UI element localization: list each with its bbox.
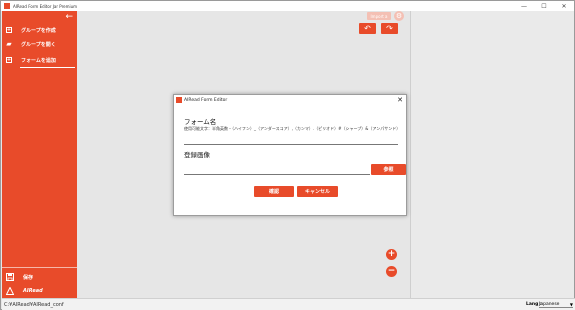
image-label: 登録画像: [184, 151, 210, 159]
save-label: 保存: [23, 274, 34, 281]
sidebar-item-open-group[interactable]: ▰ グループを開く: [2, 38, 77, 50]
app-logo-icon: [4, 3, 10, 9]
gear-icon[interactable]: ⚙: [394, 11, 404, 21]
brand-label: AIRead: [23, 288, 43, 294]
cancel-button[interactable]: キャンセル: [297, 186, 338, 197]
form-name-hint: 使用可能文字：半角英数・（ハイフン）_（アンダースコア）,（カンマ）.（ピリオド…: [184, 126, 401, 131]
browse-button[interactable]: 参照: [371, 164, 406, 175]
language-value: Japanese: [539, 301, 560, 307]
chevron-down-icon: ▼: [569, 301, 573, 307]
sidebar-item-create-group[interactable]: + グループを作成: [2, 24, 77, 36]
plus-box-icon: +: [6, 26, 12, 33]
window-title: AIRead Form Editor Jar Premium: [13, 3, 78, 9]
plus-icon: +: [387, 249, 396, 259]
sidebar-item-label: グループを開く: [21, 41, 56, 48]
language-select[interactable]: Japanese ▼: [539, 301, 573, 308]
brand-triangle-icon: [6, 287, 14, 295]
save-icon: [6, 273, 14, 281]
redo-button[interactable]: ↷: [381, 23, 398, 34]
folder-open-icon: ▰: [6, 40, 12, 48]
plus-box-icon: +: [6, 56, 12, 63]
status-bar: C:¥AIRead¥AIRead_conf Lang : Japanese ▼: [2, 298, 575, 310]
config-path: C:¥AIRead¥AIRead_conf: [4, 301, 64, 308]
form-name-input[interactable]: [184, 144, 398, 145]
undo-button[interactable]: ↶: [359, 23, 376, 34]
image-path-input[interactable]: [184, 174, 370, 175]
close-icon[interactable]: ✕: [397, 95, 403, 105]
sidebar-item-label: フォームを追加: [21, 57, 56, 64]
sidebar-divider: [2, 267, 77, 268]
sidebar: ← + グループを作成 ▰ グループを開く + フォームを追加: [2, 11, 77, 298]
maximize-icon[interactable]: ☐: [534, 1, 554, 11]
dialog-title-bar: AIRead Form Editor ✕: [174, 95, 406, 105]
redo-icon: ↷: [386, 24, 393, 33]
window-controls: — ☐ ✕: [514, 1, 574, 11]
active-item-underline: [20, 67, 75, 68]
import-button[interactable]: Import a: [367, 12, 391, 20]
properties-pane: [410, 11, 574, 298]
zoom-out-button[interactable]: −: [386, 266, 397, 277]
app-window: AIRead Form Editor Jar Premium — ☐ ✕ ← +…: [0, 0, 575, 310]
undo-icon: ↶: [364, 24, 371, 33]
save-button[interactable]: 保存: [2, 271, 77, 283]
dialog-title: AIRead Form Editor: [184, 97, 228, 103]
add-form-dialog: AIRead Form Editor ✕ フォーム名 使用可能文字：半角英数・（…: [173, 94, 407, 216]
app-logo-icon: [176, 97, 182, 103]
minimize-icon[interactable]: —: [514, 1, 534, 11]
confirm-button[interactable]: 確認: [254, 186, 294, 197]
zoom-in-button[interactable]: +: [386, 249, 397, 260]
back-arrow-icon[interactable]: ←: [65, 13, 73, 22]
close-icon[interactable]: ✕: [554, 1, 574, 11]
sidebar-item-label: グループを作成: [21, 27, 56, 34]
brand-logo: AIRead: [2, 285, 77, 297]
sidebar-item-add-form[interactable]: + フォームを追加: [2, 54, 77, 66]
form-name-label: フォーム名: [184, 118, 217, 126]
title-bar: AIRead Form Editor Jar Premium — ☐ ✕: [1, 1, 574, 11]
minus-icon: −: [387, 266, 396, 276]
